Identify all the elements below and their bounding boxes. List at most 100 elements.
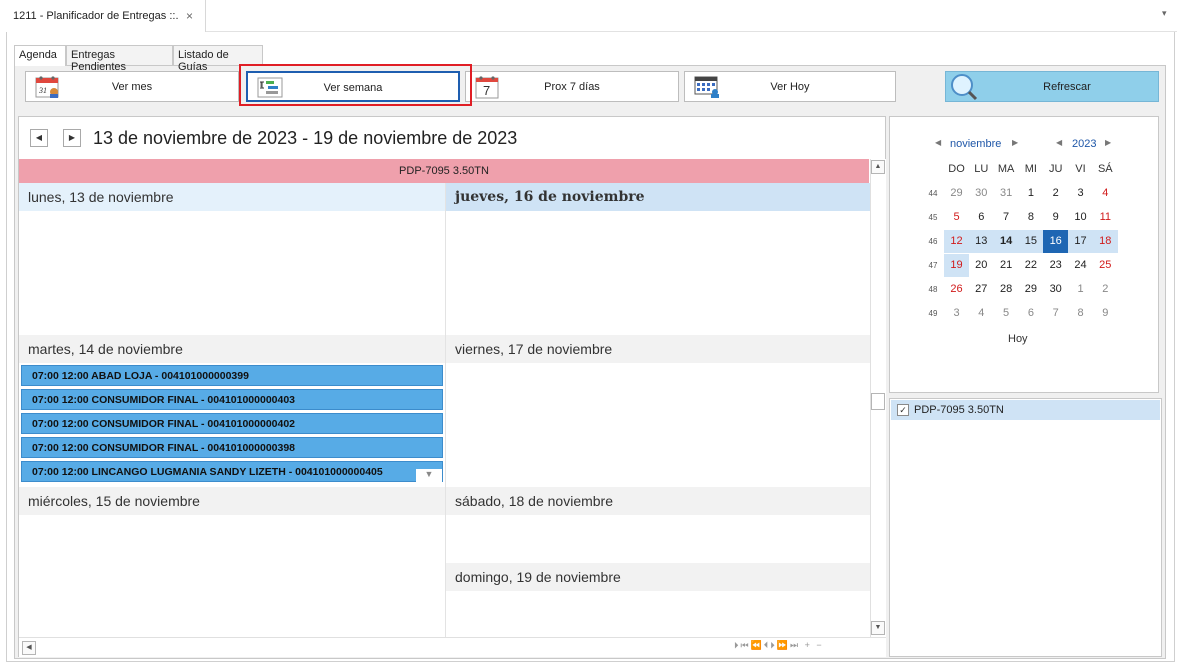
calendar-day[interactable]: 24: [1068, 254, 1093, 277]
day-cell-thursday[interactable]: [446, 211, 870, 334]
next-year-icon[interactable]: ▶: [1105, 138, 1111, 147]
document-tab-title: 1211 - Planificador de Entregas ::.: [13, 10, 179, 22]
close-icon[interactable]: ×: [186, 9, 193, 23]
calendar-day[interactable]: 6: [969, 206, 994, 229]
calendar-day[interactable]: 19: [944, 254, 969, 277]
calendar-day[interactable]: 17: [1068, 230, 1093, 253]
resource-checkbox[interactable]: ✓: [897, 404, 909, 416]
calendar-day[interactable]: 30: [1043, 278, 1068, 301]
day-cell-friday[interactable]: [446, 363, 870, 486]
day-header-thursday[interactable]: jueves, 16 de noviembre: [446, 183, 870, 211]
calendar-day[interactable]: 8: [1068, 302, 1093, 325]
calendar-day[interactable]: 25: [1093, 254, 1118, 277]
prox-7-dias-button[interactable]: 7 Prox 7 días: [465, 71, 679, 102]
ver-hoy-button[interactable]: Ver Hoy: [684, 71, 896, 102]
day-header-monday[interactable]: lunes, 13 de noviembre: [19, 183, 445, 211]
scroll-left-icon[interactable]: ◀: [22, 641, 36, 655]
calendar-day[interactable]: 9: [1043, 206, 1068, 229]
calendar-day[interactable]: 27: [969, 278, 994, 301]
next-month-icon[interactable]: ▶: [1012, 138, 1018, 147]
calendar-day[interactable]: 18: [1092, 230, 1118, 253]
resource-item[interactable]: ✓ PDP-7095 3.50TN: [891, 400, 1160, 420]
day-cell-tuesday[interactable]: 07:00 12:00 ABAD LOJA - 004101000000399 …: [19, 363, 445, 486]
scroll-thumb[interactable]: [871, 393, 885, 410]
calendar-day[interactable]: 9: [1093, 302, 1118, 325]
calendar-day[interactable]: 2: [1093, 278, 1118, 301]
calendar-day[interactable]: 7: [1043, 302, 1068, 325]
appointment[interactable]: 07:00 12:00 CONSUMIDOR FINAL - 004101000…: [21, 437, 443, 458]
month-name[interactable]: noviembre: [950, 138, 1001, 150]
calendar-day[interactable]: 23: [1043, 254, 1068, 277]
prox-7-dias-label: Prox 7 días: [544, 81, 600, 93]
week-number[interactable]: 44: [923, 189, 943, 198]
calendar-day[interactable]: 7: [994, 206, 1019, 229]
day-header-sunday[interactable]: domingo, 19 de noviembre: [446, 563, 870, 591]
calendar-day[interactable]: 6: [1018, 302, 1043, 325]
tab-list-dropdown-icon[interactable]: ▾: [1162, 8, 1167, 19]
day-cell-saturday[interactable]: [446, 515, 870, 562]
prev-year-icon[interactable]: ◀: [1056, 138, 1062, 147]
calendar-today-button[interactable]: Hoy: [1008, 333, 1028, 345]
calendar-day[interactable]: 3: [944, 302, 969, 325]
resource-label: PDP-7095 3.50TN: [914, 404, 1004, 416]
day-header-saturday[interactable]: sábado, 18 de noviembre: [446, 487, 870, 515]
week-number[interactable]: 49: [923, 309, 943, 318]
previous-week-button[interactable]: ◀: [30, 129, 48, 147]
day-header-tuesday[interactable]: martes, 14 de noviembre: [19, 335, 445, 363]
scroll-up-icon[interactable]: ▲: [871, 160, 885, 174]
appointment[interactable]: 07:00 12:00 CONSUMIDOR FINAL - 004101000…: [21, 389, 443, 410]
calendar-day[interactable]: 12: [944, 230, 969, 253]
calendar-day[interactable]: 26: [944, 278, 969, 301]
appointment[interactable]: 07:00 12:00 CONSUMIDOR FINAL - 004101000…: [21, 413, 443, 434]
calendar-day[interactable]: 29: [1018, 278, 1043, 301]
appointment[interactable]: 07:00 12:00 ABAD LOJA - 004101000000399: [21, 365, 443, 386]
day-header-friday[interactable]: viernes, 17 de noviembre: [446, 335, 870, 363]
refrescar-label: Refrescar: [1043, 81, 1091, 93]
prev-month-icon[interactable]: ◀: [935, 138, 941, 147]
calendar-day[interactable]: 29: [944, 182, 969, 205]
calendar-day[interactable]: 1: [1018, 182, 1043, 205]
tab-listado-guias[interactable]: Listado de Guías: [173, 45, 263, 73]
next-week-button[interactable]: ▶: [63, 129, 81, 147]
day-cell-wednesday[interactable]: [19, 515, 445, 637]
calendar-day[interactable]: 15: [1018, 230, 1044, 253]
calendar-day[interactable]: 5: [944, 206, 969, 229]
day-cell-sunday[interactable]: [446, 591, 870, 637]
appointment[interactable]: 07:00 12:00 LINCANGO LUGMANIA SANDY LIZE…: [21, 461, 443, 482]
document-tab[interactable]: 1211 - Planificador de Entregas ::. ×: [0, 0, 206, 32]
tab-entregas-pendientes[interactable]: Entregas Pendientes: [66, 45, 173, 73]
refrescar-button[interactable]: Refrescar: [945, 71, 1159, 102]
ver-mes-label: Ver mes: [111, 81, 153, 93]
calendar-day[interactable]: 1: [1068, 278, 1093, 301]
day-cell-monday[interactable]: [19, 211, 445, 334]
calendar-day[interactable]: 31: [994, 182, 1019, 205]
calendar-day[interactable]: 22: [1018, 254, 1043, 277]
calendar-day[interactable]: 28: [994, 278, 1019, 301]
calendar-day[interactable]: 14: [993, 230, 1019, 253]
calendar-day[interactable]: 21: [994, 254, 1019, 277]
calendar-day[interactable]: 4: [969, 302, 994, 325]
resource-navigator[interactable]: ⏵⏮⏪⏴⏵⏩⏭ + −: [734, 640, 824, 651]
calendar-day[interactable]: 8: [1018, 206, 1043, 229]
calendar-day[interactable]: 30: [969, 182, 994, 205]
tab-agenda[interactable]: Agenda: [14, 45, 66, 66]
calendar-day[interactable]: 2: [1043, 182, 1068, 205]
week-number[interactable]: 47: [923, 261, 943, 270]
calendar-day[interactable]: 3: [1068, 182, 1093, 205]
ver-mes-button[interactable]: 31 Ver mes: [25, 71, 239, 102]
calendar-day[interactable]: 16: [1043, 230, 1069, 253]
week-number[interactable]: 48: [923, 285, 943, 294]
year-value[interactable]: 2023: [1072, 138, 1096, 150]
calendar-day[interactable]: 11: [1093, 206, 1118, 229]
calendar-day[interactable]: 4: [1093, 182, 1118, 205]
more-appointments-icon[interactable]: ▼: [416, 469, 442, 483]
week-number[interactable]: 45: [923, 213, 943, 222]
calendar-day[interactable]: 5: [994, 302, 1019, 325]
day-header-wednesday[interactable]: miércoles, 15 de noviembre: [19, 487, 445, 515]
calendar-day[interactable]: 20: [969, 254, 994, 277]
week-number[interactable]: 46: [923, 237, 943, 246]
calendar-day[interactable]: 13: [968, 230, 994, 253]
weekday-header: JU: [1048, 163, 1063, 175]
scroll-down-icon[interactable]: ▼: [871, 621, 885, 635]
calendar-day[interactable]: 10: [1068, 206, 1093, 229]
